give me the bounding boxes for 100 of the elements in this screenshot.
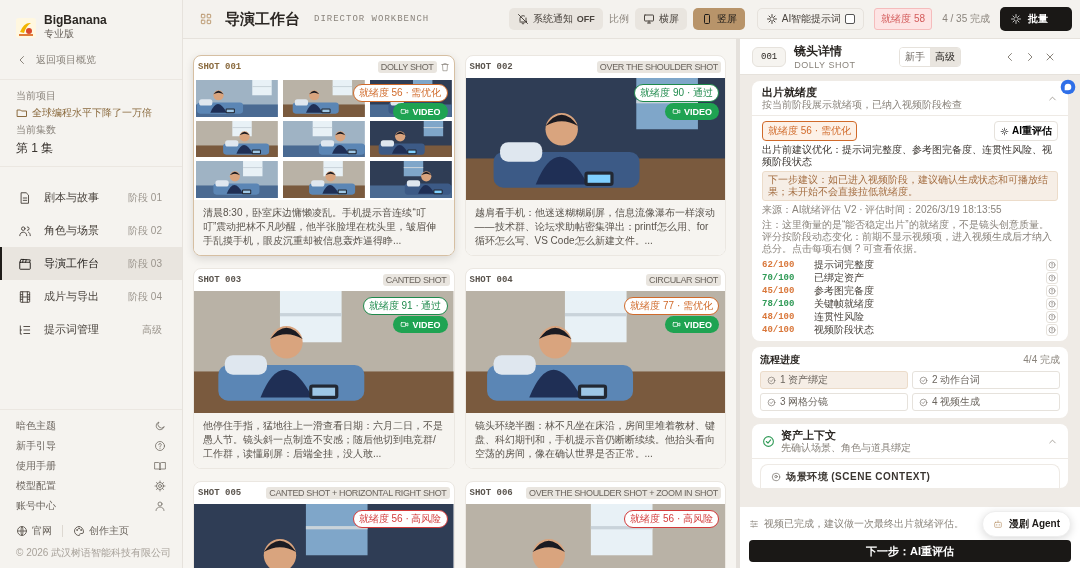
workflow-step[interactable]: 2 动作台词 xyxy=(912,371,1060,389)
shot-type-tag: OVER THE SHOULDER SHOT + ZOOM IN SHOT xyxy=(526,487,721,499)
moon-icon xyxy=(154,420,166,432)
help-button[interactable] xyxy=(1046,297,1058,310)
help-icon xyxy=(1048,260,1056,269)
shot-card[interactable]: SHOT 002 OVER THE SHOULDER SHOT 就绪度 90 · 通过 VIDEO 越肩看手机：他迷迷糊糊刷屏，信息流像瀑布一样滚动——技术群、论坛求助帖密集弹出：printf怎么用、for循环怎么写、VS Code怎么新建文件。... xyxy=(464,55,726,256)
shot-card[interactable]: SHOT 005 CANTED SHOT + HORIZONTAL RIGHT SHOT 就绪度 56 · 高风险 xyxy=(193,481,455,568)
reassess-button[interactable]: AI重评估 xyxy=(994,121,1058,141)
stage-label: 阶段 03 xyxy=(128,256,162,271)
settings-item[interactable]: 账号中心 xyxy=(16,496,166,516)
check-circle-icon xyxy=(767,375,776,385)
help-icon xyxy=(1048,312,1056,321)
settings-item[interactable]: 暗色主题 xyxy=(16,416,166,436)
check-circle-icon xyxy=(919,375,928,385)
copyright: © 2026 武汉树语智能科技有限公司 xyxy=(15,546,173,560)
workflow-step[interactable]: 4 视频生成 xyxy=(912,393,1060,411)
shot-card[interactable]: SHOT 004 CIRCULAR SHOT 就绪度 77 · 需优化 VIDEO 镜头环绕半圈：林不凡坐在床沿，房间里堆着教材、键盘、科幻期刊和，手机提示音仍断断续续。他抬头看向空荡的房间，像在确认世界是否正常。... xyxy=(464,268,726,469)
ratio-label: 比例 xyxy=(608,12,629,26)
trash-icon[interactable] xyxy=(439,62,450,72)
stage-label: 阶段 02 xyxy=(128,223,162,238)
readiness-badge: 就绪度 56 · 高风险 xyxy=(352,510,448,528)
progress-count: 4 / 35 完成 xyxy=(942,12,990,26)
settings-item[interactable]: 使用手册 xyxy=(16,456,166,476)
sparkle-icon xyxy=(1000,126,1009,136)
score-label: 已绑定资产 xyxy=(814,270,865,285)
bell-off-icon xyxy=(516,13,529,25)
sparkle-icon xyxy=(1010,13,1022,25)
sliders-icon xyxy=(749,519,759,529)
agent-button[interactable]: 漫剧 Agent xyxy=(981,511,1071,537)
settings-item[interactable]: 新手引导 xyxy=(16,436,166,456)
footer-link[interactable]: 官网 xyxy=(16,524,52,538)
notification-toggle[interactable]: 系统通知 OFF xyxy=(508,8,603,30)
summary-text: 出片前建议优化：提示词完整度、参考图完备度、连贯性风险、视频阶段状态 xyxy=(762,144,1053,168)
project-label: 当前项目 xyxy=(16,89,57,103)
stage-label: 阶段 01 xyxy=(128,190,162,205)
settings-icon xyxy=(154,480,166,492)
shot-card[interactable]: SHOT 003 CANTED SHOT 就绪度 91 · 通过 VIDEO 他停住手指，猛地往上一滑查看日期：六月二日，不是愚人节。镜头斜一点制造不安感；随后他切到电竞群/工作群，读懂刷屏：后端全挂，没人敢... xyxy=(193,268,455,469)
nav-item[interactable]: 剧本与故事 阶段 01 xyxy=(0,181,182,214)
folder-icon xyxy=(16,107,28,119)
check-circle-icon xyxy=(762,435,775,448)
score-value: 45/100 xyxy=(762,285,796,296)
video-icon xyxy=(672,107,681,116)
globe-icon xyxy=(16,525,28,537)
document-icon xyxy=(18,190,32,205)
workflow-step[interactable]: 3 网格分镜 xyxy=(760,393,908,411)
next-step-button[interactable]: 下一步：AI重评估 xyxy=(749,540,1071,562)
checkbox[interactable] xyxy=(845,14,856,24)
settings-item[interactable]: 模型配置 xyxy=(16,476,166,496)
help-button[interactable] xyxy=(1046,284,1058,297)
source-text: 来源：AI就绪评估 V2 · 评估时间：2026/3/19 18:13:55 xyxy=(762,204,1003,216)
readiness-badge: 就绪度 90 · 通过 xyxy=(634,84,719,102)
batch-button[interactable]: 批量 xyxy=(1000,7,1072,31)
shot-number: SHOT 003 xyxy=(198,275,243,285)
ratio-button[interactable]: 竖屏 xyxy=(692,8,745,30)
score-value: 40/100 xyxy=(762,324,796,335)
section-title: 场景环境 (SCENE CONTEXT) xyxy=(786,470,931,484)
readiness-badge: 就绪度 56 · 高风险 xyxy=(624,510,719,528)
help-button[interactable] xyxy=(1046,258,1058,271)
book-icon xyxy=(154,460,166,472)
panel-title: 镜头详情 xyxy=(794,43,844,60)
palette-icon xyxy=(73,525,85,537)
readiness-badge: 就绪度 77 · 需优化 xyxy=(624,297,719,315)
score-label: 关键帧就绪度 xyxy=(814,296,875,311)
help-icon xyxy=(1048,325,1056,334)
page-subtitle: DIRECTOR WORKBENCH xyxy=(314,14,430,24)
help-icon xyxy=(1048,299,1056,308)
footer-link[interactable]: 创作主页 xyxy=(73,524,129,538)
shot-type-tag: CANTED SHOT + HORIZONTAL RIGHT SHOT xyxy=(266,487,450,499)
help-icon xyxy=(1048,273,1056,282)
logo-icon xyxy=(16,17,36,38)
brand-name: BigBanana xyxy=(44,14,107,27)
readiness-badge: 就绪度 91 · 通过 xyxy=(362,297,448,315)
ratio-button[interactable]: 横屏 xyxy=(634,8,687,30)
hint-text: 视频已完成，建议做一次最终出片就绪评估。 xyxy=(764,517,965,531)
score-value: 70/100 xyxy=(762,272,796,283)
nav-item[interactable]: 导演工作台 阶段 03 xyxy=(0,247,182,280)
shot-card[interactable]: SHOT 001 DOLLY SHOT 就绪度 56 · 需优化 VIDEO 清晨8:30，卧室床边慵懒凌乱。手机提示音连续“叮叮”震动把林不凡吵醒，他半张脸埋在枕头里，皱眉伸手乱摸手机，眼皮沉重却被信息轰炸逼得睁... xyxy=(193,55,455,256)
mode-tab[interactable]: 高级 xyxy=(929,47,960,66)
video-icon xyxy=(400,107,410,116)
nav-item[interactable]: 成片与导出 阶段 04 xyxy=(0,280,182,313)
nav-item[interactable]: 角色与场景 阶段 02 xyxy=(0,214,182,247)
help-button[interactable] xyxy=(1046,323,1058,336)
score-value: 48/100 xyxy=(762,311,796,322)
nav-item[interactable]: 提示词管理 高级 xyxy=(0,313,182,346)
page-title: 导演工作台 xyxy=(225,9,300,29)
ai-prompt-toggle[interactable]: AI智能提示词 xyxy=(756,8,865,30)
robot-icon xyxy=(992,519,1003,529)
workflow-step[interactable]: 1 资产绑定 xyxy=(760,371,908,389)
project-name[interactable]: 全球编程水平下降了一万倍 xyxy=(16,106,166,120)
video-icon xyxy=(672,320,681,329)
people-icon xyxy=(18,223,32,238)
shot-description: 越肩看手机：他迷迷糊糊刷屏，信息流像瀑布一样滚动——技术群、论坛求助帖密集弹出：printf怎么用、for循环怎么写、VS Code怎么新建文件。... xyxy=(465,200,725,255)
shot-card[interactable]: SHOT 006 OVER THE SHOULDER SHOT + ZOOM IN SHOT 就绪度 56 · 高风险 xyxy=(464,481,726,568)
help-button[interactable] xyxy=(1046,271,1058,284)
help-button[interactable] xyxy=(1046,310,1058,323)
shot-type-tag: DOLLY SHOT xyxy=(377,61,437,73)
back-link[interactable]: 返回项目概览 xyxy=(0,47,182,80)
shot-type: DOLLY SHOT xyxy=(794,60,856,70)
shot-type-tag: OVER THE SHOULDER SHOT xyxy=(596,61,721,73)
chat-icon[interactable] xyxy=(1060,79,1076,95)
